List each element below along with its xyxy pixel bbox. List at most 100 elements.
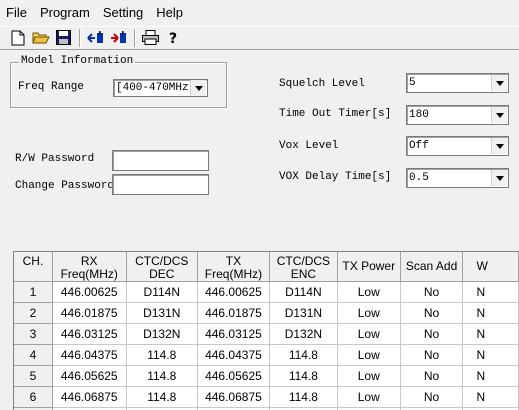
change-password-field[interactable] <box>112 174 209 195</box>
cell-ctcdcs-enc[interactable]: 114.8 <box>269 365 338 387</box>
cell-w[interactable]: N <box>462 344 519 366</box>
cell-ctcdcs-dec[interactable]: D131N <box>126 302 198 324</box>
cell-tx-freq[interactable]: 446.01875 <box>197 302 270 324</box>
time-out-timer-label: Time Out Timer[s] <box>279 108 392 120</box>
open-folder-icon[interactable] <box>31 28 50 47</box>
cell-rx-freq[interactable]: 446.06875 <box>52 386 127 408</box>
menu-file[interactable]: File <box>0 0 34 26</box>
cell-tx-power[interactable]: Low <box>337 302 401 324</box>
table-row[interactable]: 2 446.01875 D131N 446.01875 D131N Low No N <box>14 302 519 324</box>
cell-rx-freq[interactable]: 446.05625 <box>52 365 127 387</box>
cell-rx-freq[interactable]: 446.04375 <box>52 344 127 366</box>
table-row[interactable]: 3 446.03125 D132N 446.03125 D132N Low No N <box>14 323 519 345</box>
cell-ctcdcs-enc[interactable]: D131N <box>269 302 338 324</box>
cell-ctcdcs-dec[interactable]: D114N <box>126 281 198 303</box>
toolbar: ? <box>0 26 519 48</box>
column-header-rx-freq[interactable]: RX Freq(MHz) <box>52 252 127 282</box>
chevron-down-icon[interactable] <box>491 138 507 154</box>
model-information-group: Model Information Freq Range [400-470MHz… <box>10 55 227 108</box>
freq-range-select[interactable]: [400-470MHz] <box>113 79 208 97</box>
cell-tx-power[interactable]: Low <box>337 386 401 408</box>
read-from-radio-icon[interactable] <box>86 28 105 47</box>
svg-text:?: ? <box>169 31 177 46</box>
table-row[interactable]: 5 446.05625 114.8 446.05625 114.8 Low No N <box>14 365 519 387</box>
cell-scan-add[interactable]: No <box>400 365 464 387</box>
toolbar-separator <box>134 28 136 47</box>
freq-range-label: Freq Range <box>18 81 85 93</box>
model-information-legend: Model Information <box>19 55 136 67</box>
time-out-timer-select[interactable]: 180 <box>406 105 509 125</box>
squelch-level-select[interactable]: 5 <box>406 73 509 93</box>
cell-ch[interactable]: 6 <box>14 386 53 408</box>
column-header-ctcdcs-dec[interactable]: CTC/DCS DEC <box>126 252 198 282</box>
cell-tx-freq[interactable]: 446.03125 <box>197 323 270 345</box>
print-icon[interactable] <box>141 28 160 47</box>
cell-ch[interactable]: 2 <box>14 302 53 324</box>
cell-ch[interactable]: 3 <box>14 323 53 345</box>
settings-panel: Model Information Freq Range [400-470MHz… <box>0 49 519 410</box>
column-header-tx-freq[interactable]: TX Freq(MHz) <box>197 252 270 282</box>
table-header-row: CH. RX Freq(MHz) CTC/DCS DEC TX Freq(MHz… <box>14 252 519 282</box>
cell-tx-freq[interactable]: 446.06875 <box>197 386 270 408</box>
cell-scan-add[interactable]: No <box>400 302 464 324</box>
cell-ctcdcs-dec[interactable]: 114.8 <box>126 344 198 366</box>
cell-w[interactable]: N <box>462 281 519 303</box>
column-header-scan-add[interactable]: Scan Add <box>400 252 464 282</box>
column-header-tx-power[interactable]: TX Power <box>337 252 401 282</box>
cell-scan-add[interactable]: No <box>400 323 464 345</box>
chevron-down-icon[interactable] <box>491 170 507 186</box>
table-row[interactable]: 4 446.04375 114.8 446.04375 114.8 Low No N <box>14 344 519 366</box>
cell-tx-power[interactable]: Low <box>337 281 401 303</box>
cell-ctcdcs-dec[interactable]: 114.8 <box>126 386 198 408</box>
time-out-timer-value: 180 <box>409 109 429 121</box>
cell-tx-freq[interactable]: 446.04375 <box>197 344 270 366</box>
cell-ctcdcs-enc[interactable]: D114N <box>269 281 338 303</box>
cell-scan-add[interactable]: No <box>400 386 464 408</box>
save-icon[interactable] <box>54 28 73 47</box>
vox-delay-time-select[interactable]: 0.5 <box>406 168 509 188</box>
cell-w[interactable]: N <box>462 323 519 345</box>
cell-tx-freq[interactable]: 446.00625 <box>197 281 270 303</box>
vox-level-select[interactable]: Off <box>406 136 509 156</box>
column-header-w[interactable]: W <box>462 252 519 282</box>
help-icon[interactable]: ? <box>164 28 183 47</box>
cell-ctcdcs-dec[interactable]: 114.8 <box>126 365 198 387</box>
menu-setting[interactable]: Setting <box>97 0 150 26</box>
menu-bar: File Program Setting Help <box>0 0 519 26</box>
cell-w[interactable]: N <box>462 302 519 324</box>
cell-rx-freq[interactable]: 446.00625 <box>52 281 127 303</box>
cell-ch[interactable]: 5 <box>14 365 53 387</box>
cell-tx-power[interactable]: Low <box>337 344 401 366</box>
cell-scan-add[interactable]: No <box>400 344 464 366</box>
cell-tx-power[interactable]: Low <box>337 365 401 387</box>
column-header-ch[interactable]: CH. <box>14 252 53 282</box>
chevron-down-icon[interactable] <box>491 107 507 123</box>
cell-tx-freq[interactable]: 446.05625 <box>197 365 270 387</box>
new-file-icon[interactable] <box>8 28 27 47</box>
rw-password-field[interactable] <box>112 150 209 171</box>
write-to-radio-icon[interactable] <box>109 28 128 47</box>
vox-delay-time-label: VOX Delay Time[s] <box>279 171 392 183</box>
cell-ctcdcs-enc[interactable]: 114.8 <box>269 344 338 366</box>
cell-rx-freq[interactable]: 446.01875 <box>52 302 127 324</box>
menu-program[interactable]: Program <box>34 0 97 26</box>
cell-ctcdcs-dec[interactable]: D132N <box>126 323 198 345</box>
table-row[interactable]: 1 446.00625 D114N 446.00625 D114N Low No N <box>14 281 519 303</box>
chevron-down-icon[interactable] <box>491 75 507 91</box>
channel-grid[interactable]: CH. RX Freq(MHz) CTC/DCS DEC TX Freq(MHz… <box>13 251 519 410</box>
squelch-level-label: Squelch Level <box>279 78 365 90</box>
cell-ch[interactable]: 4 <box>14 344 53 366</box>
cell-w[interactable]: N <box>462 365 519 387</box>
chevron-down-icon[interactable] <box>190 80 206 96</box>
cell-rx-freq[interactable]: 446.03125 <box>52 323 127 345</box>
cell-w[interactable]: N <box>462 386 519 408</box>
cell-tx-power[interactable]: Low <box>337 323 401 345</box>
column-header-ctcdcs-enc[interactable]: CTC/DCS ENC <box>269 252 338 282</box>
table-row[interactable]: 6 446.06875 114.8 446.06875 114.8 Low No N <box>14 386 519 408</box>
cell-ctcdcs-enc[interactable]: D132N <box>269 323 338 345</box>
cell-ch[interactable]: 1 <box>14 281 53 303</box>
cell-ctcdcs-enc[interactable]: 114.8 <box>269 386 338 408</box>
change-password-label: Change Password <box>15 180 115 192</box>
cell-scan-add[interactable]: No <box>400 281 464 303</box>
menu-help[interactable]: Help <box>150 0 190 26</box>
